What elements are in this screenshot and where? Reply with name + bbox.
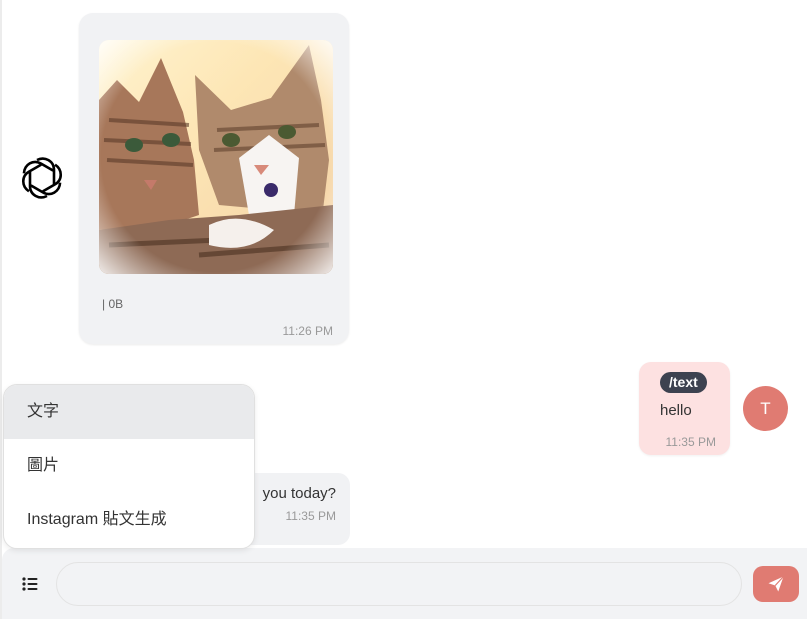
message-timestamp: 11:35 PM [285,509,336,523]
message-timestamp: 11:26 PM [282,324,333,338]
bot-avatar-openai-logo-icon [19,155,65,201]
message-timestamp: 11:35 PM [665,435,716,449]
composer-bar [2,548,807,619]
user-avatar: T [743,386,788,431]
bot-image-message: | 0B 11:26 PM [79,13,349,344]
message-input[interactable] [56,562,742,606]
command-menu: 文字 圖片 Instagram 貼文生成 [3,384,255,549]
list-icon[interactable] [19,572,43,596]
left-border [0,0,2,619]
menu-item-image[interactable]: 圖片 [4,439,254,493]
command-tag: /text [660,372,707,393]
bot-message-text: you today? [262,485,336,502]
paper-plane-icon [768,576,784,592]
image-caption: | 0B [102,297,124,311]
send-button[interactable] [753,566,799,602]
generated-cat-image[interactable] [99,40,333,274]
menu-item-text[interactable]: 文字 [4,385,254,439]
user-message: /text hello 11:35 PM [639,362,730,455]
menu-item-instagram-post[interactable]: Instagram 貼文生成 [4,493,254,547]
user-message-text: hello [660,402,692,419]
